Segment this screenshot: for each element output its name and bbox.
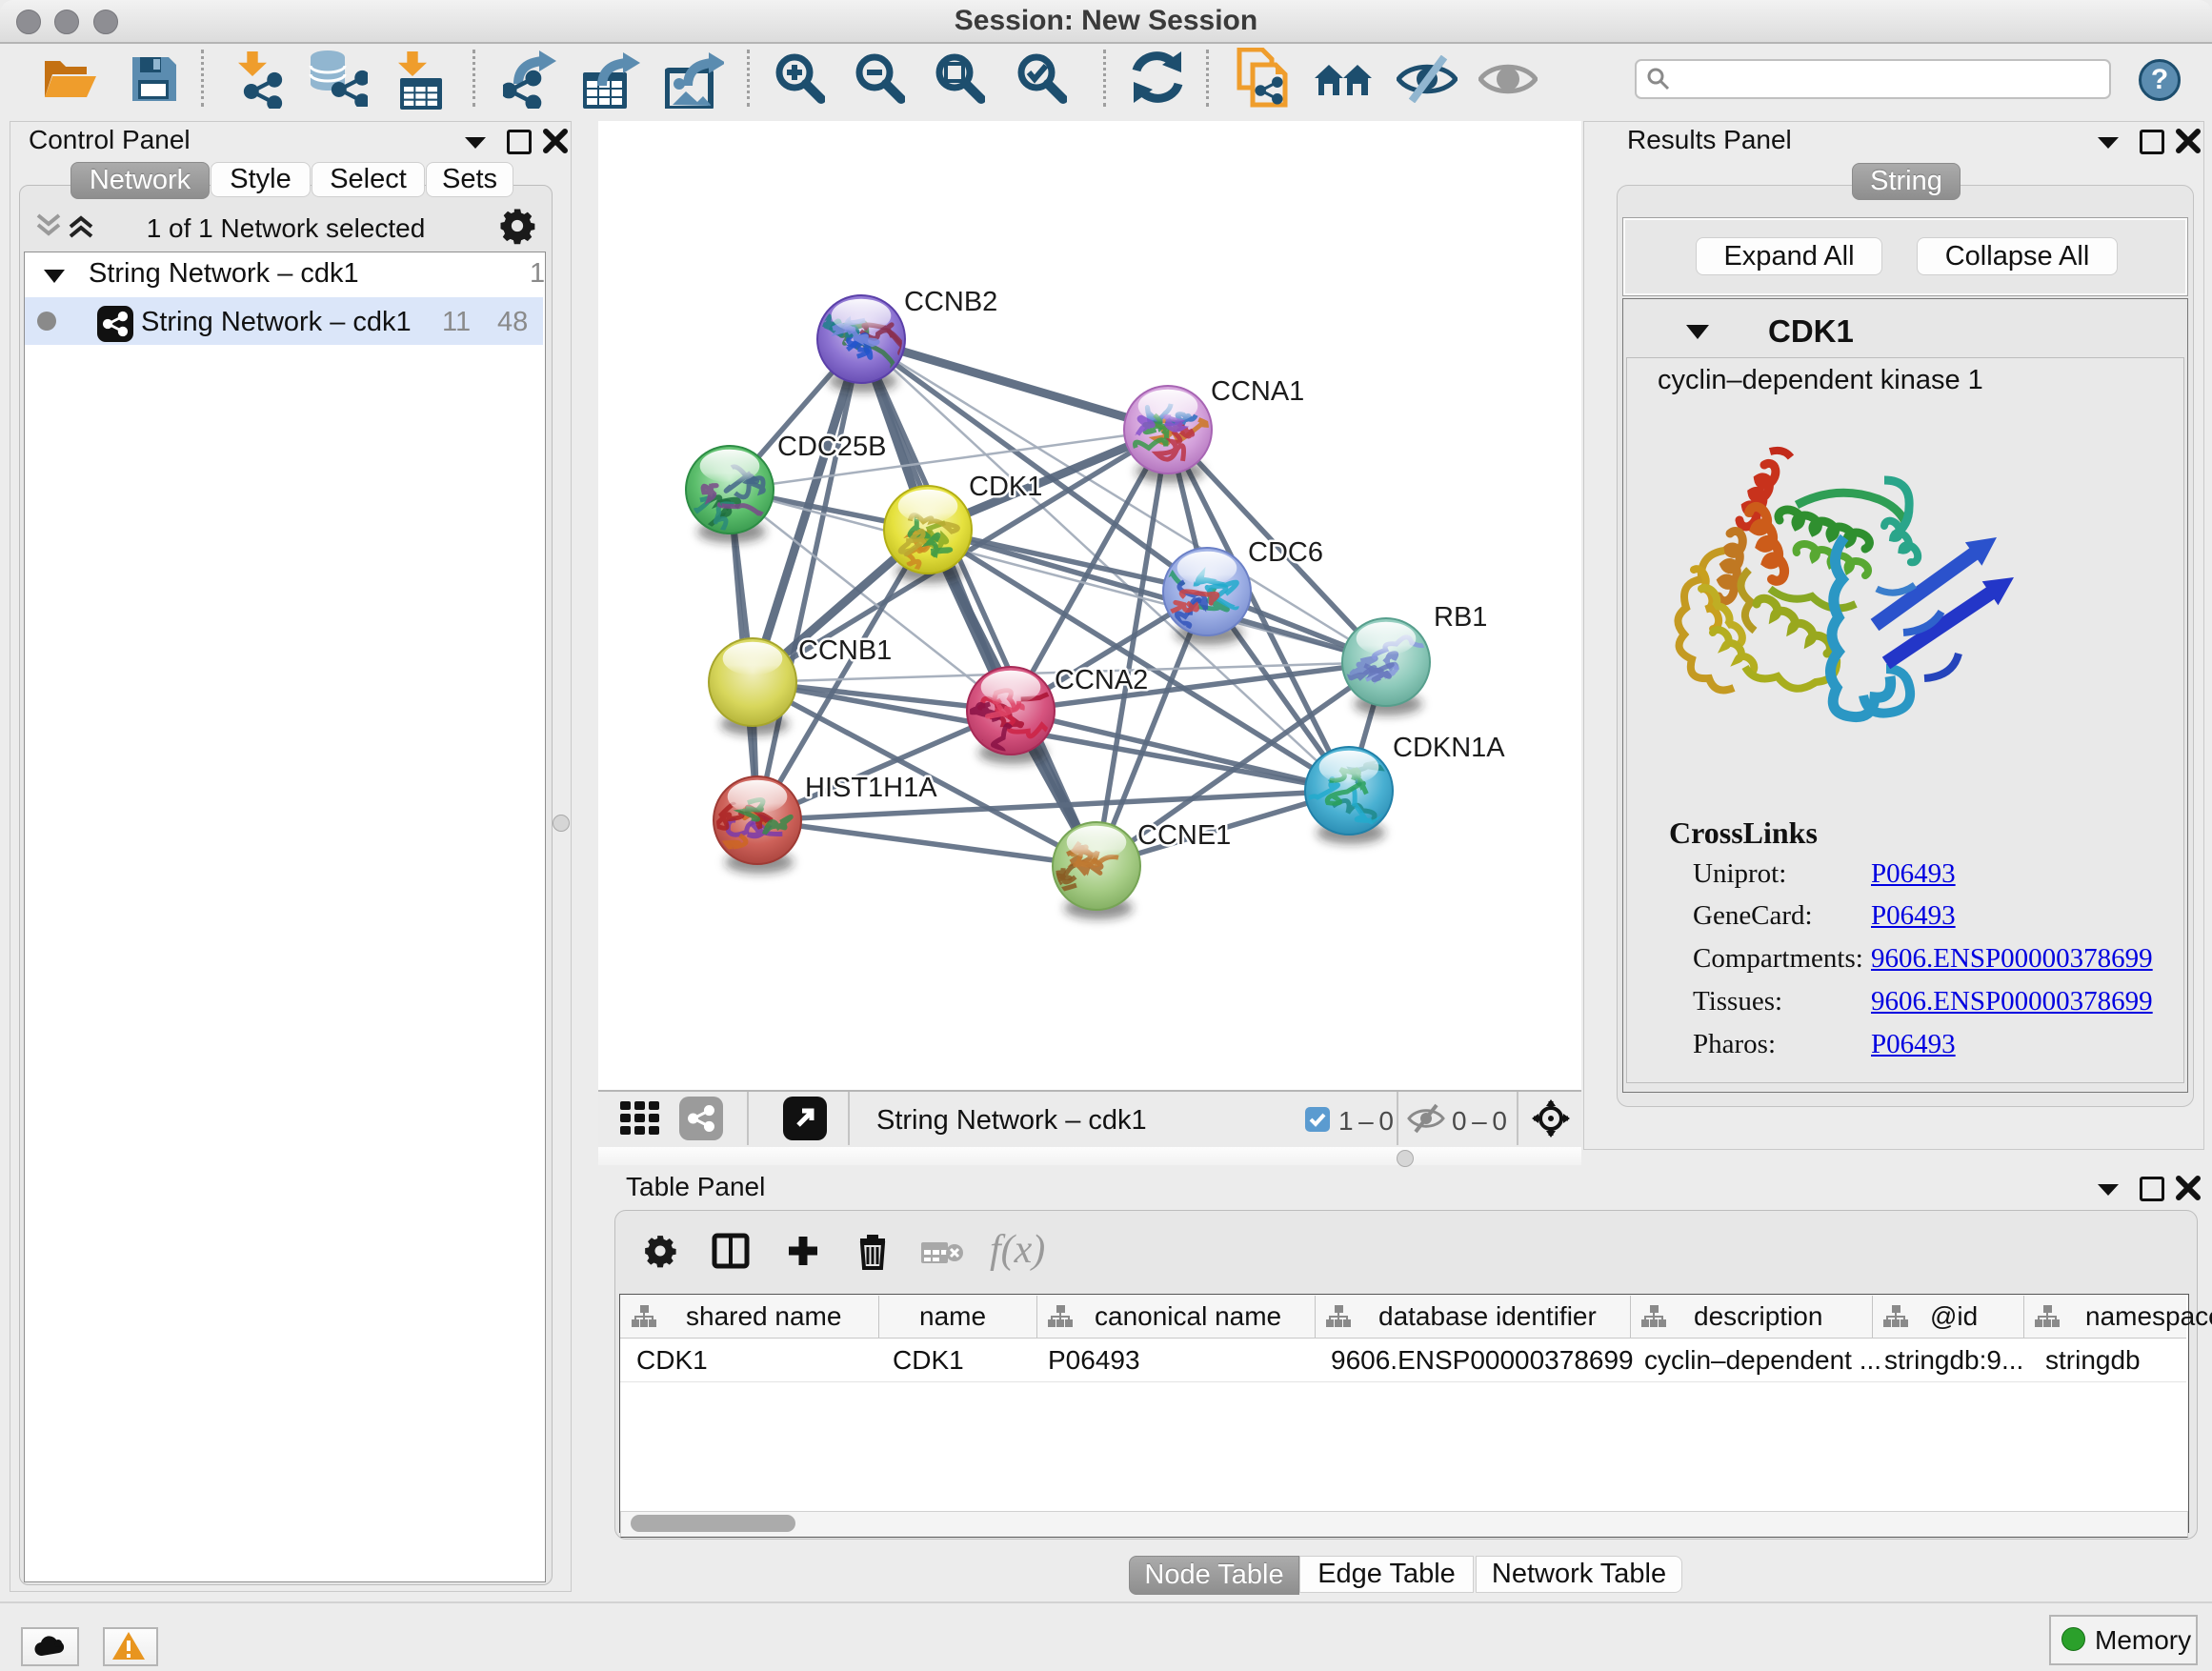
svg-text:CCNA2: CCNA2	[1055, 665, 1148, 695]
svg-text:CCNE1: CCNE1	[1137, 820, 1231, 851]
svg-text:HIST1H1A: HIST1H1A	[805, 773, 937, 803]
svg-text:CCNA1: CCNA1	[1211, 376, 1304, 407]
svg-text:CDC6: CDC6	[1248, 537, 1323, 568]
svg-text:CDK1: CDK1	[969, 472, 1042, 502]
svg-text:CCNB1: CCNB1	[798, 635, 892, 666]
svg-text:CDKN1A: CDKN1A	[1393, 733, 1505, 763]
svg-text:RB1: RB1	[1434, 602, 1487, 633]
svg-text:CDC25B: CDC25B	[777, 432, 886, 462]
svg-text:CCNB2: CCNB2	[904, 287, 997, 317]
